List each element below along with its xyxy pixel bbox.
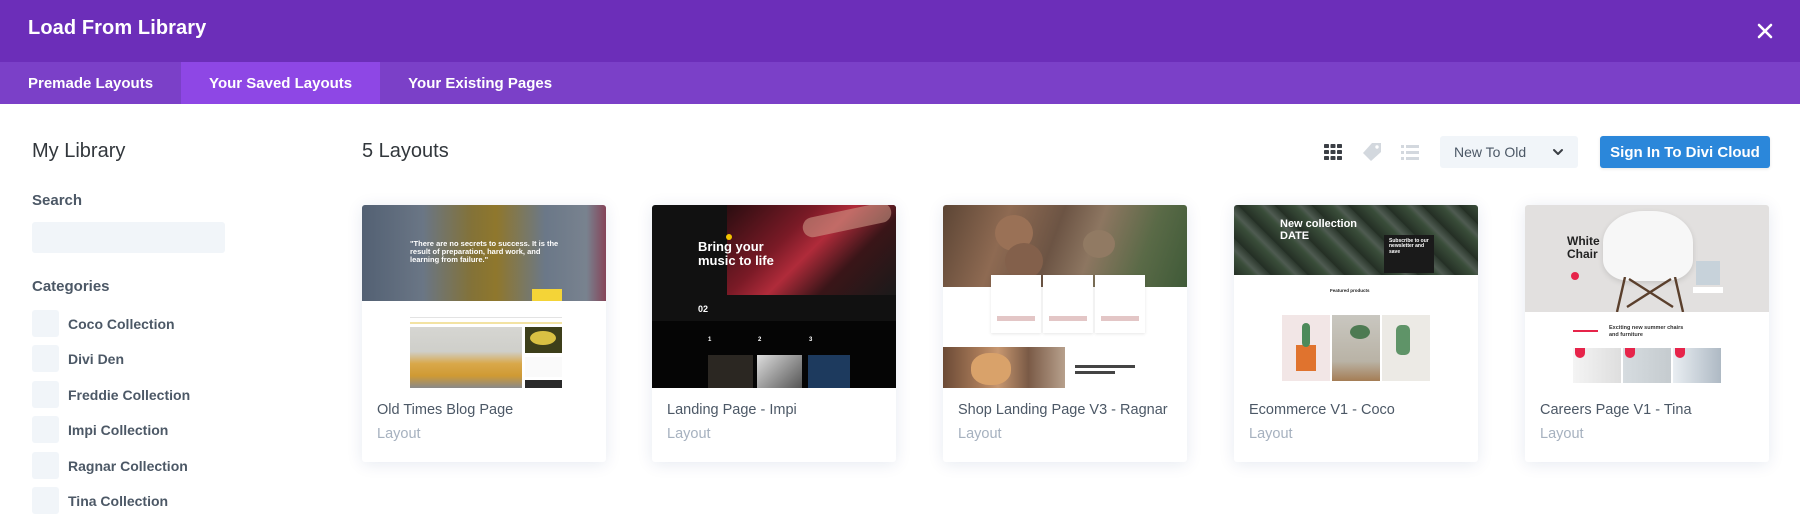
tab-bar: Premade Layouts Your Saved Layouts Your … — [0, 62, 1800, 104]
sidebar-title: My Library — [32, 140, 126, 162]
preview-section: Exciting new summer chairs and furniture — [1609, 325, 1684, 338]
layout-thumbnail: White Chair Exciting new summer chairs a… — [1525, 205, 1769, 388]
preview-quote: "There are no secrets to success. It is … — [410, 239, 559, 264]
layout-card[interactable]: "There are no secrets to success. It is … — [362, 205, 606, 462]
list-view-button[interactable] — [1400, 142, 1420, 162]
layout-thumbnail: "There are no secrets to success. It is … — [362, 205, 606, 388]
layouts-count: 5 Layouts — [362, 140, 449, 162]
preview-headline: New collection DATE — [1280, 218, 1358, 242]
category-checkbox[interactable] — [32, 487, 59, 514]
layout-card[interactable]: New collection DATE Subscribe to our new… — [1234, 205, 1478, 462]
category-checkbox[interactable] — [32, 416, 59, 443]
category-item[interactable]: Impi Collection — [32, 416, 168, 443]
category-label: Coco Collection — [68, 315, 175, 332]
category-checkbox[interactable] — [32, 345, 59, 372]
grid-view-button[interactable] — [1323, 142, 1343, 162]
category-item[interactable]: Tina Collection — [32, 487, 168, 514]
category-checkbox[interactable] — [32, 381, 59, 408]
preview-step: 3 — [809, 337, 813, 343]
chevron-down-icon — [1553, 149, 1563, 155]
layout-card[interactable]: Shop Landing Page V3 - Ragnar Layout — [943, 205, 1187, 462]
layout-title: Shop Landing Page V3 - Ragnar — [958, 402, 1168, 418]
layout-thumbnail — [943, 205, 1187, 388]
category-label: Impi Collection — [68, 421, 169, 438]
category-label: Divi Den — [68, 350, 125, 367]
tab-your-saved-layouts[interactable]: Your Saved Layouts — [181, 62, 381, 104]
layout-card[interactable]: White Chair Exciting new summer chairs a… — [1525, 205, 1769, 462]
close-button[interactable] — [1752, 18, 1778, 44]
layout-thumbnail: Bring your music to life 02 1 2 3 — [652, 205, 896, 388]
category-label: Ragnar Collection — [68, 457, 188, 474]
preview-subscribe: Subscribe to our newsletter and save — [1389, 238, 1429, 255]
preview-headline: White Chair — [1567, 234, 1600, 261]
modal-header: Load From Library — [0, 0, 1800, 62]
category-item[interactable]: Freddie Collection — [32, 381, 190, 408]
layout-type: Layout — [958, 426, 1002, 442]
tab-your-existing-pages[interactable]: Your Existing Pages — [380, 62, 580, 104]
category-label: Freddie Collection — [68, 386, 191, 403]
category-item[interactable]: Ragnar Collection — [32, 452, 188, 479]
layout-type: Layout — [1540, 426, 1584, 442]
layout-title: Ecommerce V1 - Coco — [1249, 402, 1395, 418]
preview-section: Featured products — [1330, 288, 1370, 293]
layout-type: Layout — [377, 426, 421, 442]
preview-counter: 02 — [698, 304, 709, 314]
tab-premade-layouts[interactable]: Premade Layouts — [0, 62, 181, 104]
tag-icon — [1363, 143, 1381, 161]
sign-in-divi-cloud-button[interactable]: Sign In To Divi Cloud — [1600, 136, 1770, 168]
sort-select[interactable]: New To Old — [1440, 136, 1578, 168]
layout-card[interactable]: Bring your music to life 02 1 2 3 Landin… — [652, 205, 896, 462]
categories-label: Categories — [32, 278, 110, 295]
load-from-library-modal: Load From Library Premade Layouts Your S… — [0, 0, 1800, 525]
search-input[interactable] — [32, 222, 225, 253]
layout-title: Landing Page - Impi — [667, 402, 797, 418]
layout-title: Careers Page V1 - Tina — [1540, 402, 1692, 418]
preview-step: 2 — [758, 337, 762, 343]
preview-headline: Bring your music to life — [698, 239, 774, 268]
modal-title: Load From Library — [28, 17, 207, 39]
close-icon — [1757, 23, 1773, 39]
tag-view-button[interactable] — [1361, 142, 1381, 162]
grid-view-icon — [1324, 144, 1342, 160]
category-item[interactable]: Coco Collection — [32, 310, 175, 337]
preview-step: 1 — [708, 337, 712, 343]
category-item[interactable]: Divi Den — [32, 345, 124, 372]
chair-legs-icon — [1615, 277, 1685, 312]
category-checkbox[interactable] — [32, 452, 59, 479]
sort-selected-value: New To Old — [1454, 144, 1527, 160]
category-checkbox[interactable] — [32, 310, 59, 337]
category-label: Tina Collection — [68, 492, 169, 509]
search-label: Search — [32, 192, 83, 209]
layout-type: Layout — [667, 426, 711, 442]
layout-title: Old Times Blog Page — [377, 402, 514, 418]
layout-thumbnail: New collection DATE Subscribe to our new… — [1234, 205, 1478, 388]
layout-type: Layout — [1249, 426, 1293, 442]
list-view-icon — [1401, 145, 1419, 160]
